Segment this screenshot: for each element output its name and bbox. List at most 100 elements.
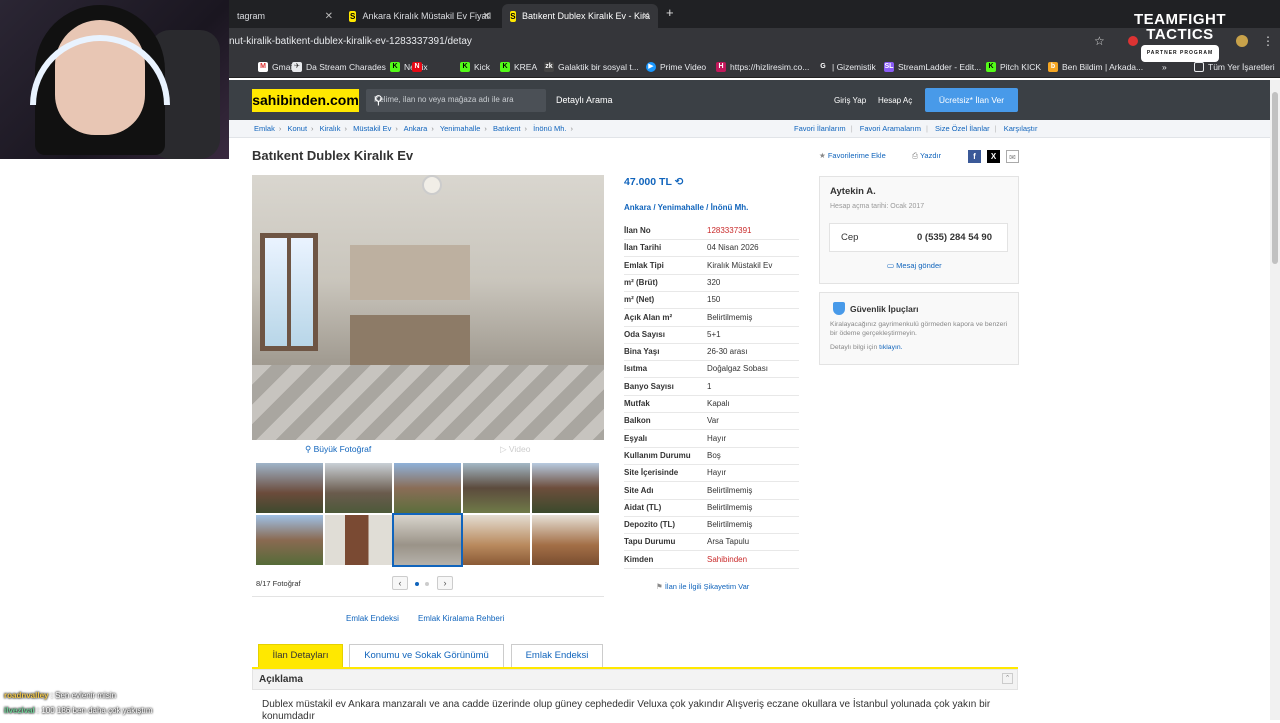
send-message-button[interactable]: ▭ Mesaj gönder	[887, 261, 942, 270]
tab-location-street-view[interactable]: Konumu ve Sokak Görünümü	[349, 644, 504, 668]
x-share-icon[interactable]: X	[987, 150, 1000, 163]
close-tab-icon[interactable]: ✕	[642, 11, 650, 22]
breadcrumb-item[interactable]: Ankara	[404, 124, 428, 133]
bookmark-item[interactable]: zk Galaktik bir sosyal t...	[544, 60, 639, 74]
detail-row: Site İçerisinde Hayır	[624, 465, 799, 483]
bookmark-item[interactable]: NNetflix	[412, 60, 426, 74]
profile-avatar-icon[interactable]	[1236, 35, 1248, 47]
big-photo-button[interactable]: ⚲ Büyük Fotoğraf	[305, 444, 371, 455]
photo-thumbnail[interactable]	[532, 515, 599, 565]
real-estate-index-link[interactable]: Emlak Endeksi	[346, 614, 399, 623]
print-button[interactable]: ⎙ Yazdır	[912, 151, 941, 161]
bookmark-item[interactable]: ▶ Prime Video	[646, 60, 706, 74]
bookmark-item[interactable]: b Ben Bildim | Arkada...	[1048, 60, 1143, 74]
breadcrumb-item[interactable]: Emlak	[254, 124, 275, 133]
bookmark-item[interactable]: K Kick	[460, 60, 490, 74]
kick-icon: K	[986, 62, 996, 72]
register-link[interactable]: Hesap Aç	[878, 96, 912, 105]
compare-link[interactable]: Karşılaştır	[1004, 124, 1038, 133]
bookmark-item[interactable]: SL StreamLadder - Edit...	[884, 60, 981, 74]
photo-thumbnail[interactable]	[256, 463, 323, 513]
add-favorite-button[interactable]: ★ Favorilerime Ekle	[819, 151, 886, 160]
tab-real-estate-index[interactable]: Emlak Endeksi	[511, 644, 603, 668]
bookmark-item[interactable]: G | Gizemistik	[818, 60, 876, 74]
page-dot[interactable]	[415, 582, 419, 586]
mail-share-icon[interactable]: ✉	[1006, 150, 1019, 163]
google-icon: G	[818, 62, 828, 72]
video-button[interactable]: ▷ Video	[500, 444, 531, 455]
photo-thumbnail[interactable]	[325, 515, 392, 565]
location-link[interactable]: Yenimahalle	[658, 203, 704, 212]
breadcrumb-item[interactable]: Yenimahalle	[440, 124, 481, 133]
photo-thumbnail-selected[interactable]	[392, 513, 463, 567]
complaint-link[interactable]: ⚑ İlan ile İlgili Şikayetim Var	[656, 582, 749, 591]
detail-row: Emlak Tipi Kiralık Müstakil Ev	[624, 258, 799, 275]
photo-thumbnail[interactable]	[394, 463, 461, 513]
phone-number[interactable]: 0 (535) 284 54 90	[917, 232, 992, 243]
bookmark-folder[interactable]: Tüm Yer İşaretleri	[1194, 60, 1275, 74]
close-tab-icon[interactable]: ✕	[483, 11, 491, 22]
main-photo[interactable]	[252, 175, 604, 440]
bookmarks-overflow-icon[interactable]: »	[1162, 60, 1167, 74]
breadcrumb-item[interactable]: Müstakil Ev	[353, 124, 391, 133]
scrollbar-thumb[interactable]	[1272, 92, 1278, 264]
user-links: Favori İlanlarım | Favori Aramalarım | Siz…	[794, 124, 1038, 133]
bookmark-item[interactable]: K Pitch KICK	[986, 60, 1041, 74]
favorite-searches-link[interactable]: Favori Aramalarım	[860, 124, 921, 133]
detailed-search-link[interactable]: Detaylı Arama	[556, 95, 613, 105]
page-dot[interactable]	[425, 582, 429, 586]
bookmark-star-icon[interactable]: ☆	[1094, 34, 1105, 48]
seller-since: Hesap açma tarihi: Ocak 2017	[830, 203, 925, 210]
breadcrumb-item[interactable]: Konut	[287, 124, 307, 133]
special-listings-link[interactable]: Size Özel İlanlar	[935, 124, 990, 133]
breadcrumb-item[interactable]: İnönü Mh.	[533, 124, 566, 133]
photo-thumbnail[interactable]	[325, 463, 392, 513]
facebook-share-icon[interactable]: f	[968, 150, 981, 163]
detail-key: Eşyalı	[624, 433, 648, 443]
post-ad-button[interactable]: Ücretsiz* İlan Ver	[925, 88, 1018, 112]
next-photos-icon[interactable]: ›	[437, 576, 453, 590]
bookmark-item[interactable]: K KREA	[500, 60, 537, 74]
close-tab-icon[interactable]: ✕	[325, 11, 333, 22]
search-input[interactable]: Kelime, ilan no veya mağaza adı ile ara …	[366, 89, 546, 112]
detail-row: Depozito (TL) Belirtilmemiş	[624, 517, 799, 535]
detail-key: Bina Yaşı	[624, 347, 660, 357]
detail-key: Aidat (TL)	[624, 502, 662, 512]
detail-value[interactable]: Sahibinden	[707, 552, 747, 568]
site-logo[interactable]: sahibinden.com	[252, 89, 359, 112]
detail-key: Mutfak	[624, 399, 650, 408]
menu-dots-icon[interactable]: ⋮	[1262, 34, 1274, 48]
login-link[interactable]: Giriş Yap	[834, 96, 866, 105]
browser-tab[interactable]: tagram ✕	[229, 4, 341, 28]
location-link[interactable]: İnönü Mh.	[711, 203, 749, 212]
browser-tab[interactable]: S Ankara Kiralık Müstakil Ev Fiyatl ✕	[341, 4, 499, 28]
search-icon[interactable]: ⚲	[374, 93, 540, 107]
photo-thumbnail[interactable]	[463, 463, 530, 513]
prev-photos-icon[interactable]: ‹	[392, 576, 408, 590]
collapse-chevron-icon[interactable]: ⌃	[1002, 673, 1013, 684]
seller-name[interactable]: Aytekin A.	[830, 186, 876, 197]
detail-value: Arsa Tapulu	[707, 537, 750, 547]
detail-value[interactable]: 1283337391	[707, 223, 752, 239]
safety-link[interactable]: tıklayın.	[879, 344, 902, 351]
photo-thumbnail[interactable]	[256, 515, 323, 565]
photo-thumbnail[interactable]	[463, 515, 530, 565]
bookmark-item[interactable]: ✈ Da Stream Charades	[292, 60, 386, 74]
favorite-listings-link[interactable]: Favori İlanlarım	[794, 124, 846, 133]
play-icon: ▷	[500, 444, 509, 454]
url-field[interactable]: nut-kiralik-batikent-dublex-kiralik-ev-1…	[229, 32, 472, 52]
location-link[interactable]: Ankara	[624, 203, 651, 212]
rental-guide-link[interactable]: Emlak Kiralama Rehberi	[418, 614, 504, 623]
history-icon[interactable]: ⟲	[675, 176, 684, 188]
tab-listing-details[interactable]: İlan Detayları	[258, 644, 343, 668]
sahibinden-favicon-icon: S	[510, 10, 516, 22]
new-tab-icon[interactable]: +	[666, 5, 674, 20]
breadcrumb-item[interactable]: Batıkent	[493, 124, 521, 133]
browser-tab-active[interactable]: S Batıkent Dublex Kiralık Ev - Kira ✕	[502, 4, 658, 28]
flag-icon: ⚑	[656, 582, 665, 591]
detail-value: 150	[707, 295, 721, 305]
bookmark-item[interactable]: M Gmail	[258, 60, 294, 74]
breadcrumb-item[interactable]: Kiralık	[320, 124, 341, 133]
photo-thumbnail[interactable]	[532, 463, 599, 513]
bookmark-item[interactable]: Hhttps://hizliresim.co...	[716, 60, 809, 74]
